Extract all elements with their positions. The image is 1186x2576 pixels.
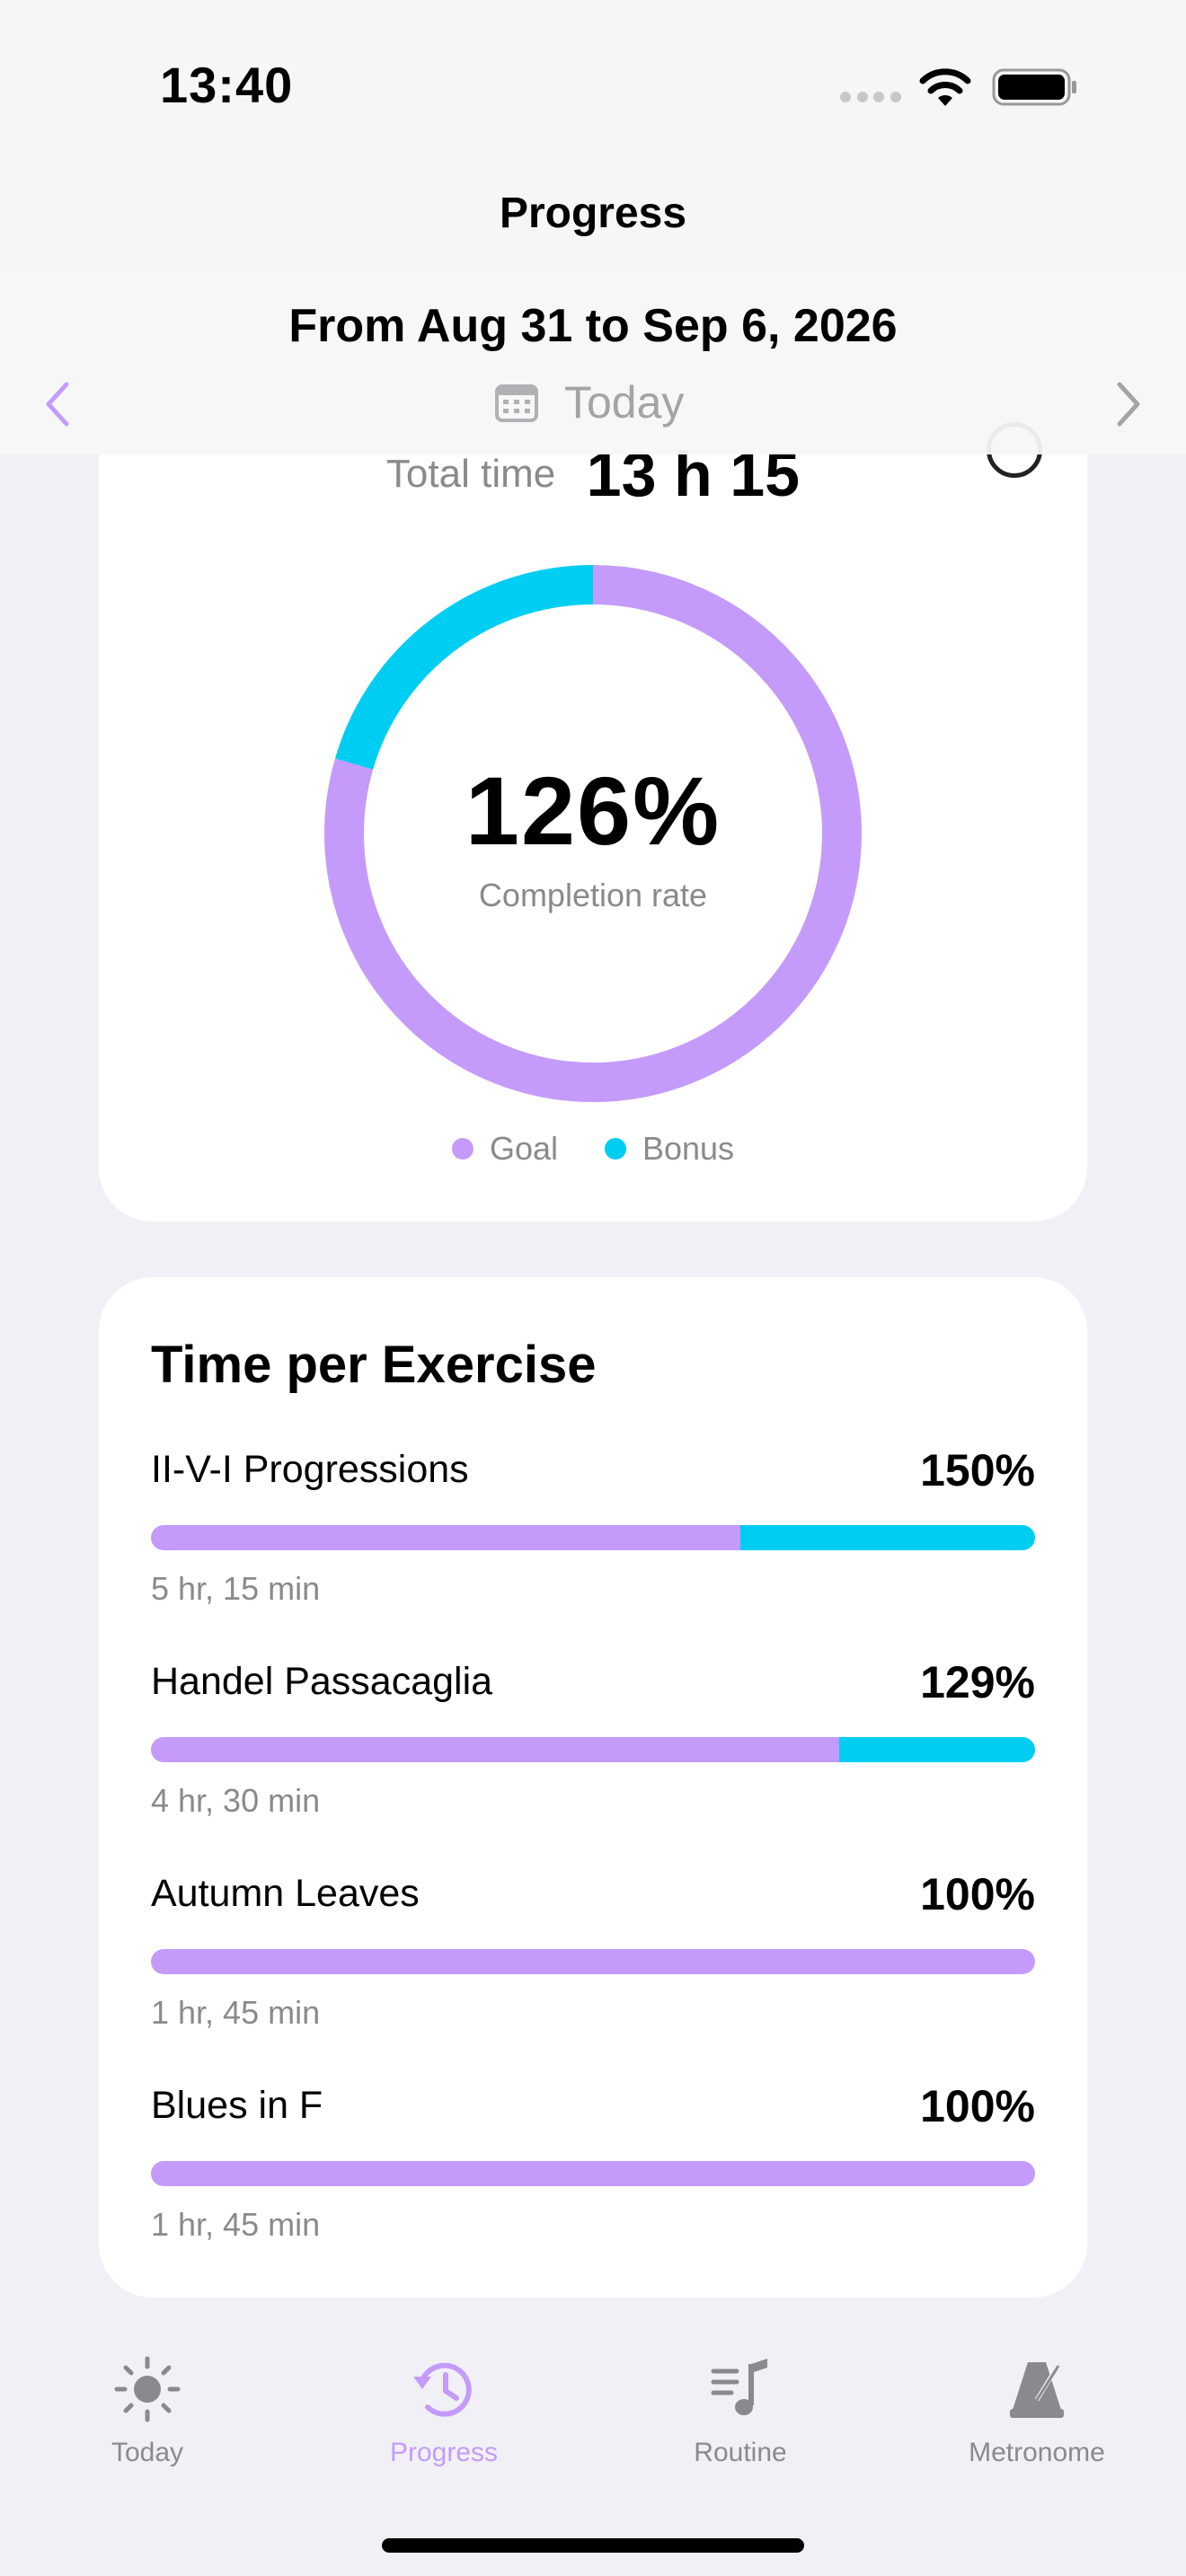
exercise-percent: 150% [920, 1445, 1035, 1495]
battery-icon [992, 68, 1076, 106]
exercise-time: 5 hr, 15 min [151, 1570, 321, 1607]
exercise-name: II-V-I Progressions [151, 1448, 469, 1491]
exercise-progress-bar [151, 1525, 1035, 1550]
time-per-exercise-title: Time per Exercise [151, 1336, 597, 1394]
completion-rate-value: 126% [465, 756, 721, 865]
legend-goal: Goal [451, 1130, 558, 1168]
history-clock-icon [413, 2362, 472, 2417]
exercise-time: 4 hr, 30 min [151, 1782, 321, 1819]
page-title: Progress [499, 190, 687, 237]
exercise-percent: 100% [920, 1869, 1035, 1919]
tab-routine[interactable]: Routine [633, 2353, 848, 2468]
tab-label: Today [111, 2438, 184, 2467]
sun-icon [114, 2356, 181, 2422]
today-label: Today [564, 377, 685, 428]
completion-rate-caption: Completion rate [478, 877, 708, 913]
exercise-progress-bar [151, 2161, 1035, 2186]
exercise-progress-bar [151, 1949, 1035, 1974]
next-week-button[interactable] [1105, 377, 1150, 431]
goal-dot-icon [451, 1138, 474, 1160]
exercise-bonus-fill [838, 1737, 1035, 1762]
bonus-dot-icon [604, 1138, 626, 1160]
legend-bonus-label: Bonus [642, 1130, 735, 1167]
tab-label: Metronome [969, 2438, 1105, 2467]
legend-bonus: Bonus [604, 1130, 735, 1168]
exercise-goal-fill [151, 1949, 1035, 1974]
previous-week-button[interactable] [36, 377, 81, 431]
donut-legend: Goal Bonus [0, 1130, 1186, 1168]
exercise-time: 1 hr, 45 min [151, 1994, 321, 2031]
exercise-name: Blues in F [151, 2084, 323, 2127]
total-time-label: Total time [385, 452, 556, 496]
tab-label: Progress [389, 2438, 499, 2467]
status-time: 13:40 [160, 57, 294, 113]
date-range-title: From Aug 31 to Sep 6, 2026 [288, 300, 898, 352]
tab-metronome[interactable]: Metronome [929, 2353, 1145, 2468]
exercise-name: Autumn Leaves [151, 1872, 420, 1915]
home-indicator [382, 2538, 804, 2553]
exercise-percent: 100% [920, 2081, 1035, 2131]
today-button[interactable]: Today [494, 374, 684, 431]
cellular-signal-icon [840, 92, 901, 104]
exercise-progress-bar [151, 1737, 1035, 1762]
tab-progress[interactable]: Progress [336, 2353, 552, 2468]
tab-today[interactable]: Today [40, 2353, 255, 2468]
exercise-name: Handel Passacaglia [151, 1660, 493, 1703]
exercise-goal-fill [151, 1737, 839, 1762]
exercise-goal-fill [151, 1525, 741, 1550]
exercise-percent: 129% [920, 1657, 1035, 1707]
exercise-bonus-fill [740, 1525, 1035, 1550]
music-list-icon [711, 2359, 767, 2415]
metronome-icon [1010, 2362, 1064, 2418]
legend-goal-label: Goal [489, 1130, 558, 1167]
tab-label: Routine [694, 2438, 787, 2467]
exercise-goal-fill [151, 2161, 1035, 2186]
wifi-icon [919, 68, 971, 106]
exercise-time: 1 hr, 45 min [151, 2206, 321, 2243]
calendar-icon [495, 384, 538, 422]
